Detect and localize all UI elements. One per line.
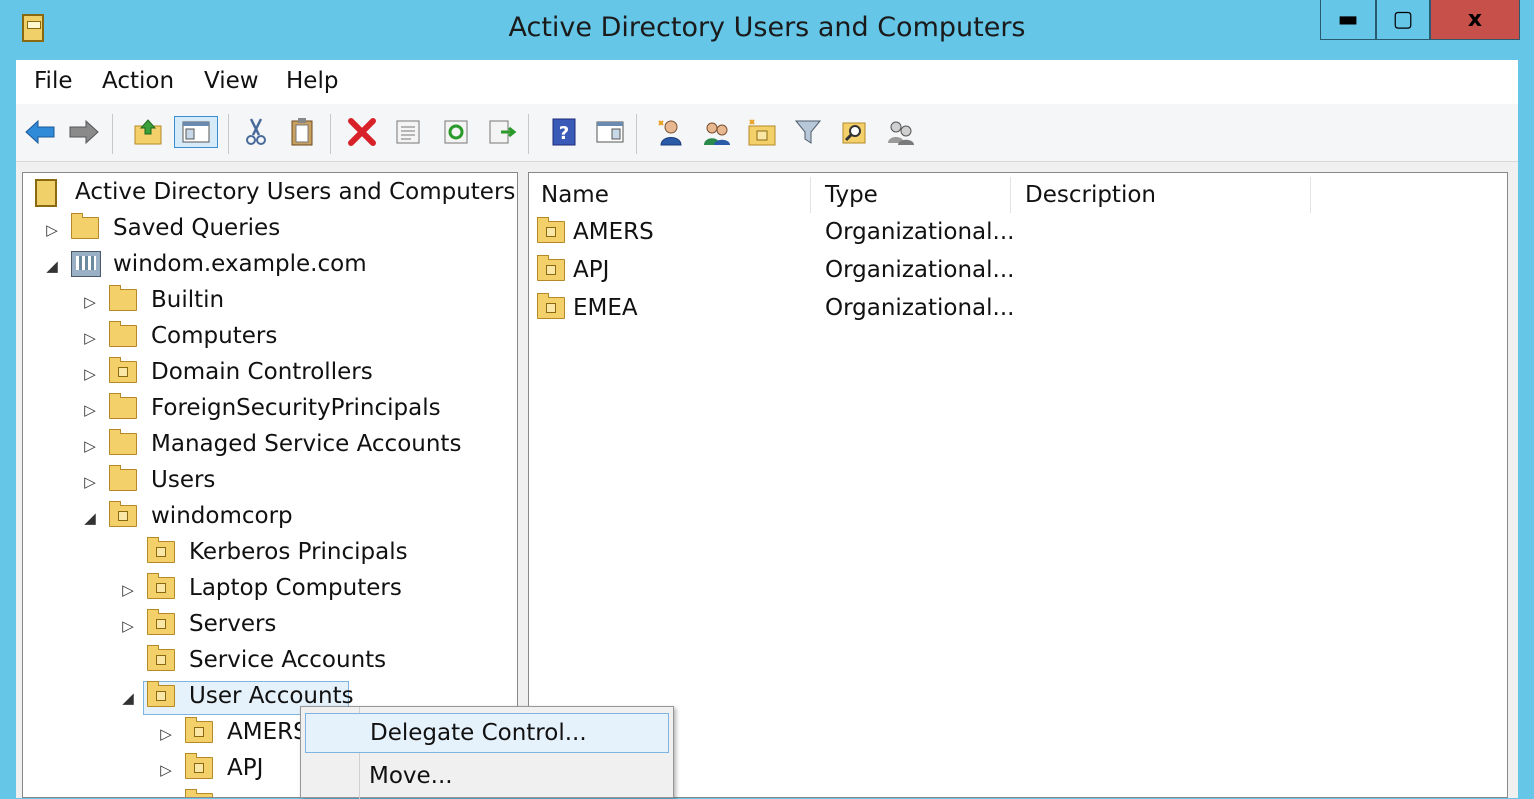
folder-icon (109, 429, 137, 455)
title-bar: Active Directory Users and Computers ▬ ▢… (0, 0, 1534, 58)
tree-node-root[interactable]: Active Directory Users and Computers [sv… (23, 177, 517, 209)
menu-view[interactable]: View (204, 68, 259, 94)
svg-text:?: ? (559, 123, 569, 144)
folder-icon (109, 321, 137, 347)
show-hide-console-tree-icon[interactable] (174, 116, 218, 148)
maximize-button[interactable]: ▢ (1376, 0, 1430, 40)
ou-icon (109, 357, 137, 383)
toolbar: ? (16, 104, 1518, 162)
context-menu: Delegate Control... Move... (300, 706, 674, 799)
ou-icon (537, 217, 565, 243)
back-arrow-icon[interactable] (24, 116, 56, 148)
menu-file[interactable]: File (34, 68, 73, 94)
new-organizational-unit-icon[interactable] (746, 116, 778, 148)
folder-icon (109, 465, 137, 491)
ou-icon (147, 645, 175, 671)
expand-arrow-icon[interactable]: ▷ (159, 761, 173, 779)
collapse-arrow-icon[interactable]: ◢ (45, 257, 59, 275)
refresh-icon[interactable] (440, 116, 472, 148)
cut-icon[interactable] (240, 116, 272, 148)
expand-arrow-icon[interactable]: ▷ (121, 617, 135, 635)
expand-arrow-icon[interactable]: ▷ (83, 293, 97, 311)
properties-icon[interactable] (392, 116, 424, 148)
ou-icon (109, 501, 137, 527)
ou-icon (147, 537, 175, 563)
folder-icon (71, 213, 99, 239)
minimize-button[interactable]: ▬ (1320, 0, 1376, 40)
new-group-icon[interactable] (700, 116, 732, 148)
forward-arrow-icon[interactable] (68, 116, 100, 148)
ou-icon (147, 573, 175, 599)
delete-icon[interactable] (346, 116, 378, 148)
menu-bar: File Action View Help (16, 60, 1518, 104)
list-item-name: APJ (573, 257, 610, 283)
show-hide-action-pane-icon[interactable] (594, 116, 626, 148)
ou-icon (185, 789, 213, 797)
list-item-name: EMEA (573, 295, 638, 321)
new-user-icon[interactable] (654, 116, 686, 148)
expand-arrow-icon[interactable]: ▷ (83, 437, 97, 455)
expand-arrow-icon[interactable]: ▷ (121, 581, 135, 599)
column-header-name[interactable]: Name (529, 177, 811, 213)
list-item-name: AMERS (573, 219, 654, 245)
list-item-type: Organizational... (825, 257, 1015, 283)
details-list[interactable]: Name Type Description AMERS Organization… (528, 172, 1508, 798)
expand-arrow-icon[interactable]: ▷ (83, 401, 97, 419)
expand-arrow-icon[interactable]: ▷ (159, 725, 173, 743)
close-button[interactable]: x (1430, 0, 1520, 40)
folder-icon (109, 285, 137, 311)
expand-arrow-icon[interactable]: ▷ (83, 329, 97, 347)
ou-icon (537, 293, 565, 319)
folder-icon (109, 393, 137, 419)
up-one-level-icon[interactable] (132, 116, 164, 148)
ou-icon (185, 753, 213, 779)
column-header-type[interactable]: Type (813, 177, 1011, 213)
expand-arrow-icon[interactable]: ▷ (83, 473, 97, 491)
collapse-arrow-icon[interactable]: ◢ (121, 689, 135, 707)
column-header-description[interactable]: Description (1013, 177, 1311, 213)
console-tree[interactable]: Active Directory Users and Computers [sv… (22, 172, 518, 798)
expand-arrow-icon[interactable]: ▷ (45, 221, 59, 239)
expand-arrow-icon[interactable]: ▷ (83, 365, 97, 383)
menu-item-move[interactable]: Move... (305, 757, 669, 797)
window-title: Active Directory Users and Computers (508, 12, 1026, 43)
list-item-type: Organizational... (825, 219, 1015, 245)
paste-icon[interactable] (286, 116, 318, 148)
pane-splitter[interactable] (518, 172, 528, 798)
export-list-icon[interactable] (486, 116, 518, 148)
ou-icon (147, 681, 175, 707)
menu-action[interactable]: Action (102, 68, 174, 94)
domain-icon (71, 251, 101, 277)
ou-icon (147, 609, 175, 635)
ou-icon (537, 255, 565, 281)
menu-help[interactable]: Help (286, 68, 338, 94)
collapse-arrow-icon[interactable]: ◢ (83, 509, 97, 527)
filter-icon[interactable] (792, 116, 824, 148)
list-item-type: Organizational... (825, 295, 1015, 321)
snapin-icon (35, 179, 57, 207)
help-icon[interactable]: ? (548, 116, 580, 148)
add-to-group-icon[interactable] (884, 116, 916, 148)
find-icon[interactable] (838, 116, 870, 148)
ou-icon (185, 717, 213, 743)
menu-item-delegate-control[interactable]: Delegate Control... (305, 713, 669, 753)
